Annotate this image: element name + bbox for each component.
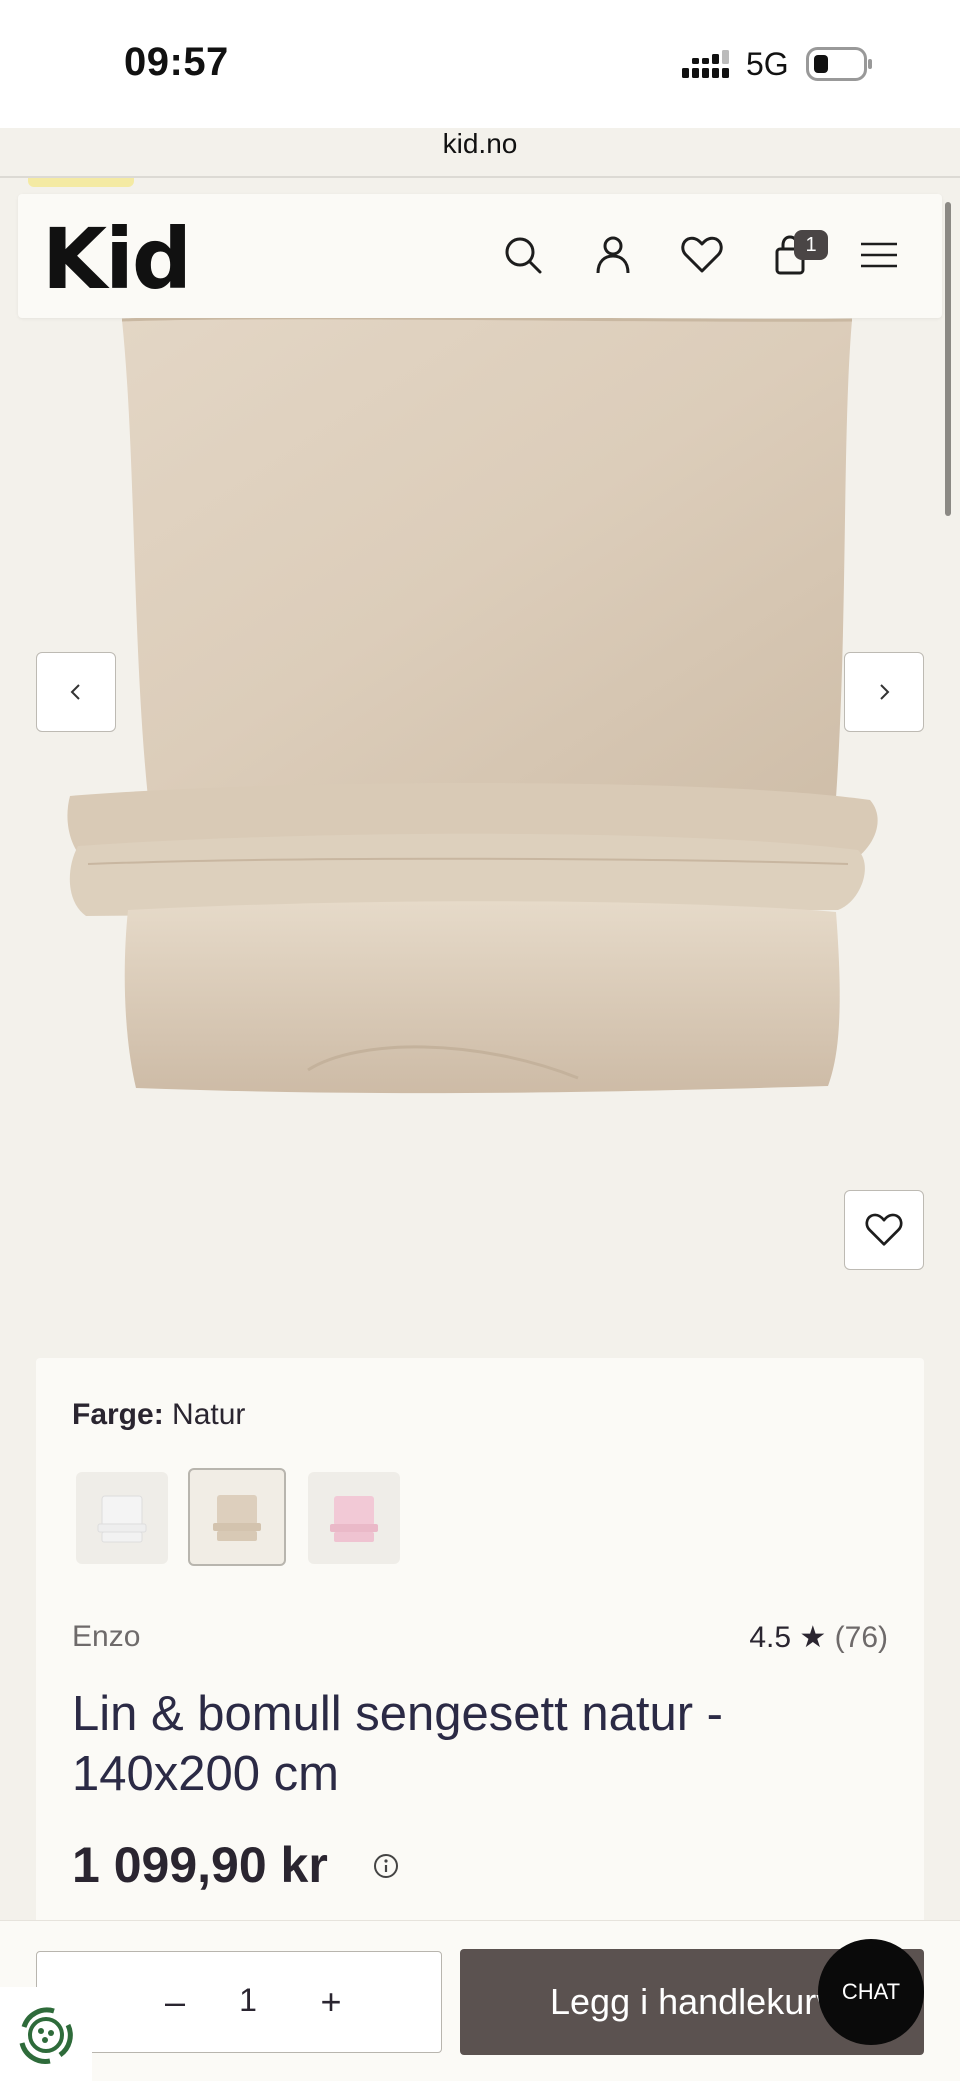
search-icon[interactable] <box>500 232 546 278</box>
pink-bedding-thumbnail <box>330 1496 378 1542</box>
product-image-bedding-set <box>67 318 878 1094</box>
announcement-tab[interactable] <box>28 178 134 187</box>
rating-value: 4.5 <box>749 1621 792 1654</box>
swatch-pink[interactable] <box>308 1472 400 1564</box>
eco-recycle-badge[interactable] <box>0 1987 92 2081</box>
battery-icon <box>806 47 872 81</box>
color-selection-label: Farge: Natur <box>72 1398 245 1432</box>
chat-button[interactable]: CHAT <box>818 1939 924 2045</box>
add-to-wishlist-button[interactable] <box>844 1190 924 1270</box>
natural-bedding-thumbnail <box>213 1495 261 1541</box>
color-value: Natur <box>172 1398 246 1431</box>
price-info-icon[interactable] <box>372 1852 400 1880</box>
review-count: (76) <box>834 1621 888 1654</box>
add-to-cart-label: Legg i handlekurv <box>550 1981 835 2022</box>
swatch-white[interactable] <box>76 1472 168 1564</box>
quantity-stepper: – 1 + <box>36 1951 442 2053</box>
product-brand[interactable]: Enzo <box>72 1620 140 1654</box>
site-logo[interactable]: Kid <box>42 210 192 308</box>
product-title: Lin & bomull sengesett natur - 140x200 c… <box>72 1687 723 1801</box>
status-bar: 09:57 5G kid.no <box>0 0 960 159</box>
recycle-icon <box>19 2006 73 2064</box>
cart-count-badge: 1 <box>794 230 828 260</box>
cellular-signal-icon <box>682 50 729 78</box>
network-type: 5G <box>746 46 789 82</box>
decrease-quantity-button[interactable]: – <box>155 1981 195 2022</box>
quantity-value[interactable]: 1 <box>233 1982 263 2019</box>
product-gallery <box>0 318 960 1358</box>
site-header: Kid 1 <box>18 194 942 318</box>
account-icon[interactable] <box>590 232 636 278</box>
address-bar[interactable]: kid.no <box>0 128 960 176</box>
wishlist-heart-icon[interactable] <box>679 232 725 278</box>
product-price: 1 099,90 kr <box>72 1837 328 1893</box>
color-label: Farge: <box>72 1398 164 1431</box>
increase-quantity-button[interactable]: + <box>311 1981 351 2022</box>
chevron-left-icon <box>70 684 80 700</box>
url-text: kid.no <box>442 128 518 159</box>
heart-icon <box>865 1213 903 1246</box>
next-image-button[interactable] <box>844 652 924 732</box>
add-to-cart-bar: – 1 + Legg i handlekurv CHAT <box>0 1920 960 2081</box>
swatch-natural-selected[interactable] <box>188 1468 286 1566</box>
star-icon: ★ <box>799 1621 827 1654</box>
menu-hamburger-icon[interactable] <box>856 232 902 278</box>
product-rating[interactable]: 4.5 ★ (76) <box>749 1620 888 1655</box>
white-bedding-thumbnail <box>97 1495 147 1543</box>
status-time: 09:57 <box>124 40 229 84</box>
previous-image-button[interactable] <box>36 652 116 732</box>
divider <box>0 176 960 178</box>
chevron-right-icon <box>880 684 890 700</box>
